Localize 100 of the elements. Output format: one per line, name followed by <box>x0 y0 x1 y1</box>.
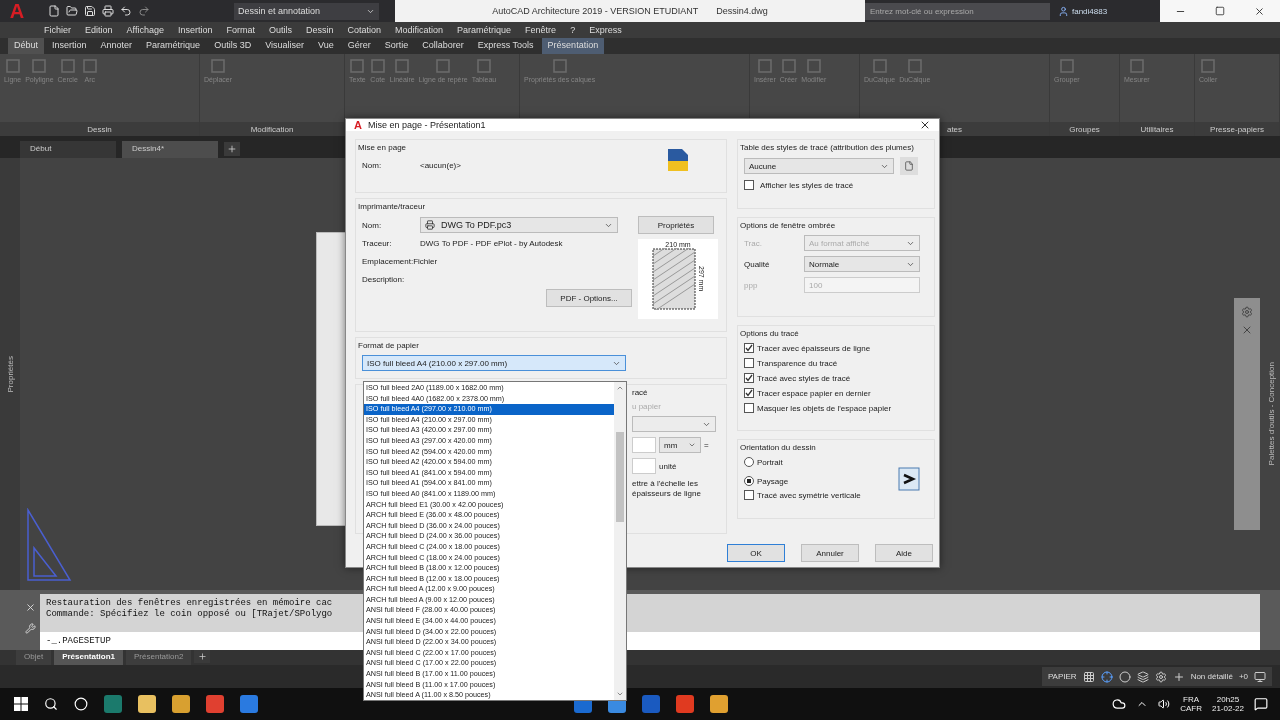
ribbon-tab[interactable]: Gérer <box>341 38 377 54</box>
windows-logo-icon[interactable] <box>14 697 28 711</box>
printer-select[interactable]: DWG To PDF.pc3 <box>420 217 618 233</box>
offset-value[interactable]: +0 <box>1238 672 1248 681</box>
keyboard-label[interactable]: CAFR <box>1180 704 1202 713</box>
menu-item[interactable]: Paramétrique <box>457 25 512 35</box>
menu-item[interactable]: Fichier <box>44 25 71 35</box>
dialog-button[interactable]: OK <box>727 544 785 562</box>
layout-tab[interactable]: Présentation1 <box>54 650 124 665</box>
properties-button[interactable]: Propriétés <box>638 216 714 234</box>
language-label[interactable]: FRA <box>1183 695 1200 704</box>
layout-tab[interactable]: Objet <box>16 650 52 665</box>
speaker-icon[interactable] <box>1158 698 1171 710</box>
menu-item[interactable]: Affichage <box>126 25 164 35</box>
group-heading: Mise en page <box>358 143 408 152</box>
user-name[interactable]: fandi4883 <box>1072 6 1108 16</box>
save-icon[interactable] <box>84 5 96 17</box>
undo-icon[interactable] <box>120 5 132 17</box>
plus-icon[interactable] <box>1172 670 1185 683</box>
monitor-icon[interactable] <box>1254 670 1266 683</box>
menu-item[interactable]: ? <box>570 25 576 35</box>
menu-item[interactable]: Cotation <box>347 25 382 35</box>
checkbox[interactable] <box>744 373 754 383</box>
printer-icon[interactable] <box>102 5 114 17</box>
ribbon-tab[interactable]: Paramétrique <box>140 38 207 54</box>
layout-tab[interactable]: Présentation2 <box>126 650 192 665</box>
ribbon-tab[interactable]: Express Tools <box>471 38 540 54</box>
panel-title[interactable]: Dessin <box>87 124 112 134</box>
checkbox[interactable] <box>744 490 754 500</box>
menu-item[interactable]: Fenêtre <box>525 25 557 35</box>
ribbon-tab[interactable]: Outils 3D <box>208 38 258 54</box>
pen-table-select[interactable]: Aucune <box>744 158 894 174</box>
document-tab[interactable]: Dessin4* <box>122 141 218 158</box>
clock-time[interactable]: 20h25 <box>1216 695 1240 704</box>
unit-input[interactable] <box>632 458 656 474</box>
new-file-icon[interactable] <box>48 5 60 17</box>
checkbox[interactable] <box>744 358 754 368</box>
field-label: Nom: <box>362 220 383 230</box>
radio-button[interactable] <box>744 476 754 486</box>
search-icon[interactable] <box>44 697 58 711</box>
ribbon-tab[interactable]: Collaborer <box>416 38 470 54</box>
panel-title[interactable]: ates <box>946 124 963 134</box>
new-layout-button[interactable] <box>194 650 211 663</box>
ribbon-tab[interactable]: Visualiser <box>259 38 310 54</box>
menu-item[interactable]: Insertion <box>177 25 213 35</box>
plus-icon[interactable] <box>197 652 207 661</box>
dialog-button[interactable]: Annuler <box>801 544 859 562</box>
checkbox[interactable] <box>744 180 754 190</box>
radio-button[interactable] <box>744 457 754 467</box>
gear-icon[interactable] <box>1241 306 1253 318</box>
checkbox[interactable] <box>744 403 754 413</box>
ribbon-tab[interactable]: Début <box>8 38 45 54</box>
hatched-paper-drawing <box>651 248 696 310</box>
wrench-icon[interactable] <box>25 623 36 634</box>
scroll-thumb[interactable] <box>616 432 624 522</box>
close-icon[interactable] <box>1254 5 1266 17</box>
workspace-dropdown[interactable]: Dessin et annotation <box>234 2 379 20</box>
notification-icon[interactable] <box>1254 697 1268 711</box>
scale-input[interactable] <box>632 437 656 453</box>
ribbon-tab[interactable]: Présentation <box>541 38 605 54</box>
ribbon-tab[interactable]: Vue <box>312 38 340 54</box>
search-field[interactable]: Entrez mot-clé ou expression <box>865 2 1050 20</box>
redo-icon[interactable] <box>138 5 150 17</box>
paper-size-dropdown-menu[interactable] <box>363 381 627 701</box>
menu-item[interactable]: Outils <box>268 25 292 35</box>
layers-icon[interactable] <box>1136 670 1149 683</box>
clock-date[interactable]: 21-02-22 <box>1211 704 1244 713</box>
space-toggle[interactable]: PAPIER <box>1047 672 1077 681</box>
unit-select[interactable]: mm <box>659 437 701 453</box>
maximize-icon[interactable] <box>1215 6 1225 16</box>
checkbox[interactable] <box>744 388 754 398</box>
scroll-down-icon[interactable] <box>616 690 624 698</box>
grid-icon[interactable] <box>1082 670 1095 683</box>
detail-dropdown[interactable]: Non détaillé <box>1190 672 1233 681</box>
option-select[interactable]: Normale <box>804 256 920 272</box>
group-heading: Options du tracé <box>740 329 800 338</box>
menu-item[interactable]: Express <box>589 25 622 35</box>
caret-icon[interactable] <box>688 441 696 449</box>
menu-item[interactable]: Format <box>226 25 255 35</box>
scroll-up-icon[interactable] <box>616 384 624 392</box>
ribbon-tab[interactable]: Insertion <box>46 38 93 54</box>
menu-item[interactable]: Modification <box>395 25 444 35</box>
folder-icon[interactable] <box>66 5 78 17</box>
close-icon[interactable] <box>919 119 931 131</box>
crosshair-icon[interactable] <box>1100 670 1113 683</box>
cloud-icon[interactable] <box>1112 697 1127 711</box>
paper-size-select[interactable]: ISO full bleed A4 (210.00 x 297.00 mm) <box>362 355 626 371</box>
menu-item[interactable]: Edition <box>85 25 113 35</box>
pdf-options-button[interactable]: PDF - Options... <box>546 289 632 307</box>
checkbox[interactable] <box>744 343 754 353</box>
edit-button[interactable] <box>900 157 918 175</box>
user-icon[interactable] <box>1058 5 1069 17</box>
document-tab[interactable]: Début <box>20 141 116 158</box>
scrollbar[interactable] <box>614 382 626 700</box>
field-label: Traceur: <box>362 239 393 248</box>
ribbon-tab[interactable]: Annoter <box>94 38 139 54</box>
dialog-button[interactable]: Aide <box>875 544 933 562</box>
checkbox-label: Transparence du tracé <box>757 358 838 368</box>
menu-item[interactable]: Dessin <box>306 25 334 35</box>
ribbon-tab[interactable]: Sortie <box>378 38 415 54</box>
